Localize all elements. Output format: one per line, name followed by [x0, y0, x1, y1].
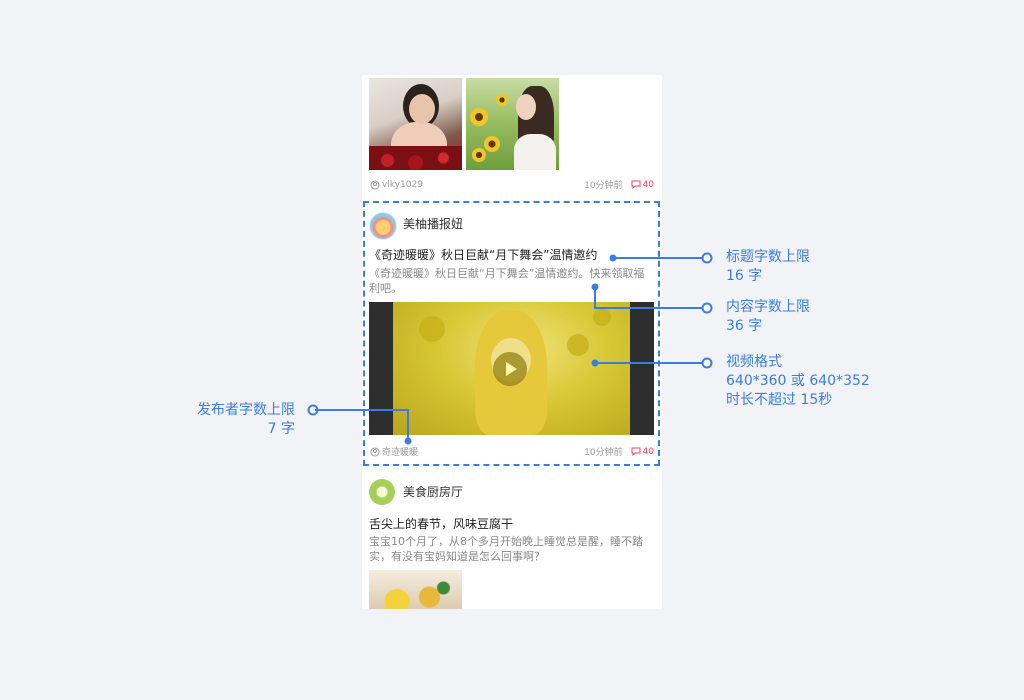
- annotation-endpoint: [701, 302, 713, 314]
- annotation-line: [613, 257, 705, 259]
- annotation-content-limit: 内容字数上限 36 字: [726, 299, 810, 334]
- annotation-title-limit: 标题字数上限 16 字: [726, 249, 810, 284]
- annotation-line: [594, 287, 596, 308]
- publisher-avatar[interactable]: [369, 479, 395, 505]
- annotation-line: [595, 362, 705, 364]
- post-title[interactable]: 舌尖上的春节，风味豆腐干: [369, 515, 513, 532]
- annotation-endpoint: [701, 252, 713, 264]
- annotation-publisher-limit: 发布者字数上限 7 字: [197, 402, 295, 437]
- post-content: 宝宝10个月了，从8个多月开始晚上睡觉总是醒，睡不踏实，有没有宝妈知道是怎么回事…: [369, 535, 643, 563]
- author-name: vlky1029: [382, 179, 423, 190]
- post-image-row: [369, 78, 559, 170]
- annotation-line: [315, 409, 408, 411]
- annotation-anchor: [404, 437, 412, 445]
- annotation-endpoint: [701, 357, 713, 369]
- comment-count[interactable]: 40: [631, 180, 654, 190]
- spec-canvas: vlky1029 10分钟前 40 美柚播报妞 《奇迹暖暖》秋日巨献“月下舞会”…: [0, 0, 1024, 700]
- post-photo[interactable]: [369, 570, 462, 609]
- post-time: 10分钟前: [584, 181, 623, 191]
- post-photo[interactable]: [466, 78, 559, 170]
- comment-icon: [631, 180, 641, 189]
- post-author[interactable]: vlky1029: [370, 180, 423, 190]
- post-meta: vlky1029 10分钟前 40: [370, 178, 654, 191]
- comment-count-value: 40: [642, 179, 654, 190]
- annotation-video-format: 视频格式 640*360 或 640*352 时长不超过 15秒: [726, 354, 870, 408]
- annotation-line: [594, 307, 705, 309]
- user-icon: [370, 180, 380, 189]
- publisher-name[interactable]: 美食厨房厅: [403, 483, 463, 500]
- post-photo[interactable]: [369, 78, 462, 170]
